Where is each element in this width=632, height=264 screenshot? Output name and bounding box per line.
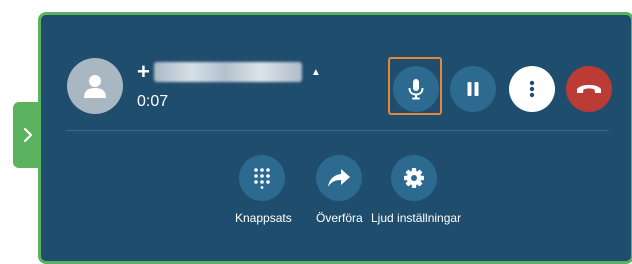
hangup-button[interactable]: [566, 66, 612, 112]
avatar: [67, 58, 123, 114]
keypad-icon: [254, 168, 270, 189]
call-timer: 0:07: [137, 93, 169, 110]
microphone-icon: [408, 79, 424, 100]
hold-button[interactable]: [450, 66, 496, 112]
audio-settings-button[interactable]: [391, 155, 437, 201]
forward-arrow-icon: [328, 169, 350, 187]
keypad-label: Knappsats: [235, 211, 292, 225]
mute-button[interactable]: [393, 66, 439, 112]
more-options-button[interactable]: [509, 66, 555, 112]
vertical-dots-icon: [529, 80, 535, 98]
chevron-right-icon: [23, 128, 33, 142]
number-prefix: +: [137, 59, 150, 84]
audio-settings-label: Ljud inställningar: [371, 211, 462, 225]
transfer-button[interactable]: [316, 155, 362, 201]
divider: [66, 130, 609, 131]
keypad-button[interactable]: [239, 155, 285, 201]
call-panel: + ▲ 0:07 Knappsats Överföra Ljud inställ…: [38, 12, 632, 264]
masked-number: [153, 62, 302, 82]
phone-hangup-icon: [577, 84, 601, 93]
caret-up-icon[interactable]: ▲: [311, 67, 321, 78]
user-icon: [84, 75, 106, 98]
gear-icon: [404, 168, 424, 188]
transfer-label: Överföra: [316, 211, 363, 225]
caller-number: + ▲: [137, 60, 321, 84]
pause-icon: [467, 82, 479, 96]
